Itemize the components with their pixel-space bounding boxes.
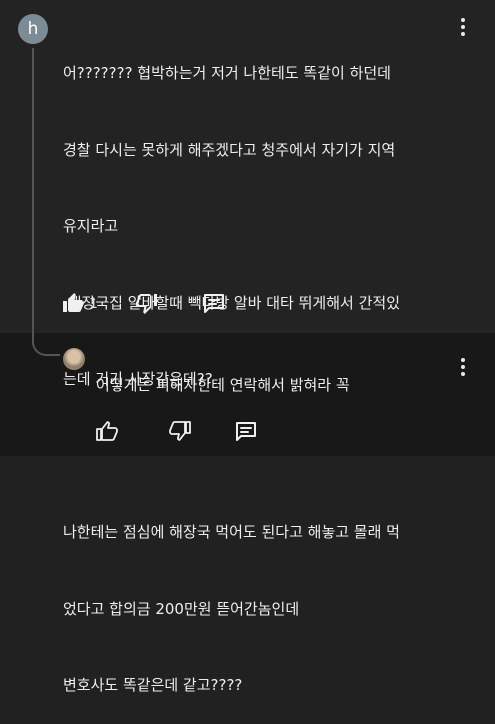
like-button[interactable] (60, 290, 86, 316)
comment-text: 어??????? 협박하는거 저거 나한테도 똑같이 하던데 경찰 다시는 못하… (63, 10, 463, 724)
comment-icon (204, 294, 224, 313)
reply-button[interactable] (201, 290, 227, 316)
dislike-button[interactable] (134, 290, 160, 316)
comment-line: 었다고 합의금 200만원 뜯어간놈인데 (63, 599, 300, 618)
thread-connector (32, 330, 60, 356)
reply-more-options-icon[interactable] (455, 356, 471, 378)
comment-line: 변호사도 똑같은데 같고???? (63, 676, 243, 694)
comment-line: 경찰 다시는 못하게 해주겠다고 청주에서 자기가 지역 (63, 140, 396, 159)
comment-line: 나한테는 점심에 해장국 먹어도 된다고 해놓고 몰래 먹 (63, 523, 400, 541)
reply-dislike-button[interactable] (167, 418, 193, 444)
reply-like-button[interactable] (94, 418, 120, 444)
reply-reply-button[interactable] (233, 418, 259, 444)
comment-icon (236, 422, 256, 441)
thumbs-up-icon (63, 293, 84, 312)
reply-text: 어떻게든 피해자한테 연락해서 밝혀라 꼭 (96, 376, 350, 394)
avatar[interactable]: h (18, 14, 48, 44)
thumbs-down-outline-icon (169, 421, 191, 441)
reply-avatar[interactable] (63, 348, 85, 370)
thumbs-down-icon (136, 294, 157, 314)
comment-line: 유지라고 (63, 217, 119, 235)
comment-line: 해장국집 알바할때 빽다방 알바 대타 뛰게해서 간적있 (67, 293, 400, 312)
thread-line (32, 48, 34, 338)
thumbs-up-outline-icon (96, 421, 118, 441)
comment-line (63, 444, 463, 470)
comment-line: 어??????? 협박하는거 저거 나한테도 똑같이 하던데 (63, 64, 391, 82)
like-count: 1 (89, 296, 98, 312)
